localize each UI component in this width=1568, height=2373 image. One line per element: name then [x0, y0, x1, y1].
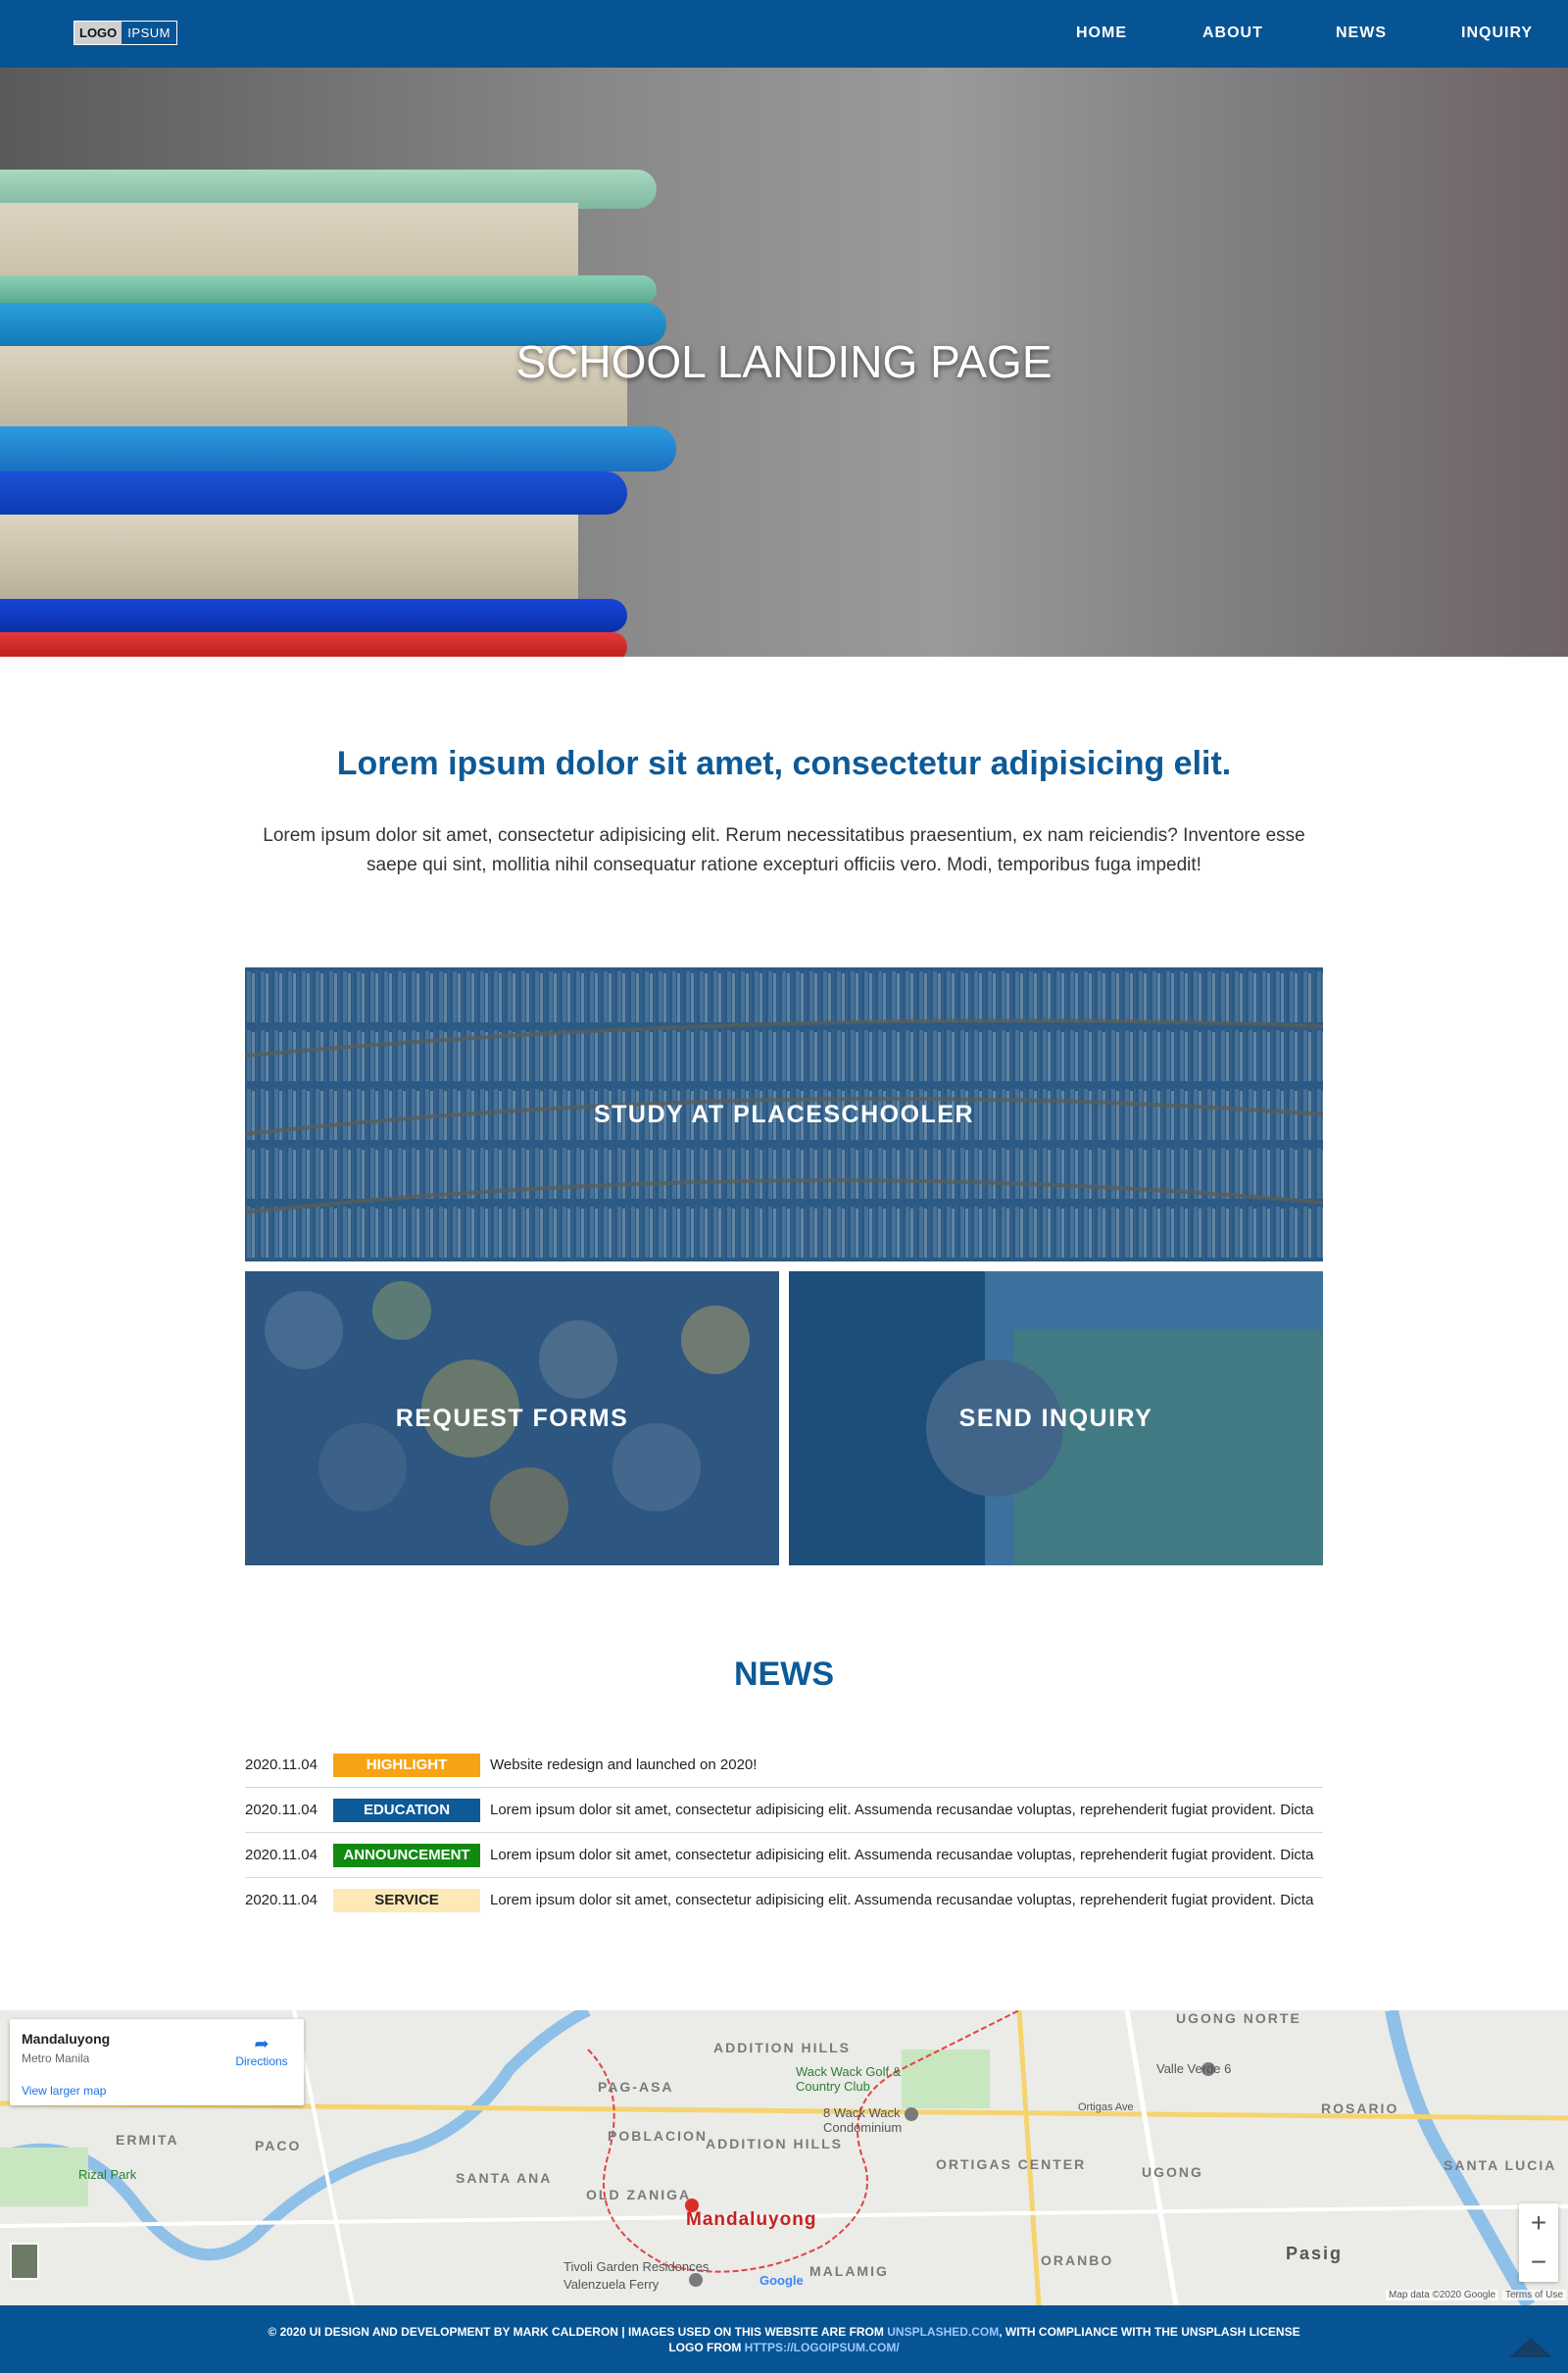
map-info-card: Mandaluyong Metro Manila View larger map… — [10, 2019, 304, 2105]
site-footer: © 2020 UI DESIGN AND DEVELOPMENT BY MARK… — [0, 2305, 1568, 2373]
zoom-out-icon[interactable]: − — [1519, 2243, 1558, 2282]
footer-logo-credit-line: LOGO FROM HTTPS://LOGOIPSUM.COM/ — [0, 2340, 1568, 2355]
nav-news-link[interactable]: NEWS — [1336, 24, 1387, 43]
footer-logo-text: LOGO FROM — [668, 2341, 745, 2354]
map-area-label: OLD ZANIGA — [586, 2187, 692, 2202]
map-area-label: ADDITION HILLS — [706, 2136, 843, 2151]
news-item[interactable]: 2020.11.04 ANNOUNCEMENT Lorem ipsum dolo… — [245, 1833, 1323, 1878]
hero-title: SCHOOL LANDING PAGE — [515, 336, 1053, 387]
nav-inquiry-link[interactable]: INQUIRY — [1461, 24, 1533, 43]
site-logo[interactable]: LOGO IPSUM — [74, 21, 177, 45]
map-area-label: ORTIGAS CENTER — [936, 2156, 1087, 2172]
map-place-region: Metro Manila — [22, 2052, 90, 2065]
map-poi-label: Wack Wack Golf & Country Club — [796, 2064, 902, 2094]
embedded-map[interactable]: Mandaluyong Metro Manila View larger map… — [0, 2010, 1568, 2305]
news-text: Lorem ipsum dolor sit amet, consectetur … — [490, 1802, 1314, 1818]
study-card[interactable]: STUDY AT PLACESCHOOLER — [245, 967, 1323, 1261]
map-area-label: ADDITION HILLS — [713, 2040, 851, 2055]
map-city-label: Mandaluyong — [686, 2209, 817, 2230]
footer-license-text: , WITH COMPLIANCE WITH THE UNSPLASH LICE… — [999, 2325, 1300, 2339]
news-tag-announcement: ANNOUNCEMENT — [333, 1844, 480, 1867]
map-place-name: Mandaluyong — [22, 2031, 111, 2047]
logo-text-part2: IPSUM — [127, 25, 171, 40]
send-inquiry-card-label: SEND INQUIRY — [958, 1405, 1153, 1432]
news-date: 2020.11.04 — [245, 1892, 318, 1908]
directions-label: Directions — [235, 2054, 288, 2068]
logo-text-part1: LOGO — [74, 22, 122, 44]
map-area-label: UGONG — [1142, 2164, 1203, 2180]
news-text: Website redesign and launched on 2020! — [490, 1756, 758, 1773]
map-area-label: PACO — [255, 2138, 302, 2153]
news-item[interactable]: 2020.11.04 SERVICE Lorem ipsum dolor sit… — [245, 1878, 1323, 1923]
map-terms-link[interactable]: Terms of Use — [1502, 2290, 1566, 2300]
top-navbar: LOGO IPSUM HOME ABOUT NEWS INQUIRY — [0, 0, 1568, 68]
map-area-label: SANTA LUCIA — [1444, 2157, 1557, 2173]
map-poi-label: Rizal Park — [78, 2167, 137, 2182]
map-poi-label: Tivoli Garden Residences — [564, 2259, 710, 2274]
news-date: 2020.11.04 — [245, 1756, 318, 1773]
nav-home-link[interactable]: HOME — [1076, 24, 1127, 43]
map-area-label: ORANBO — [1041, 2252, 1114, 2268]
map-poi-label: 8 Wack Wack Condominium — [823, 2105, 903, 2135]
map-area-label: PAG-ASA — [598, 2079, 674, 2095]
news-date: 2020.11.04 — [245, 1847, 318, 1863]
map-poi-label: Valenzuela Ferry — [564, 2277, 660, 2292]
news-text: Lorem ipsum dolor sit amet, consectetur … — [490, 1847, 1314, 1863]
map-attribution: Map data ©2020 Google — [1386, 2290, 1499, 2300]
zoom-in-icon[interactable]: + — [1519, 2203, 1558, 2243]
map-road-label: Ortigas Ave — [1078, 2101, 1134, 2113]
hero-banner: SCHOOL LANDING PAGE — [0, 68, 1568, 657]
nav-about-link[interactable]: ABOUT — [1202, 24, 1263, 43]
google-logo: Google — [760, 2273, 804, 2288]
news-tag-education: EDUCATION — [333, 1799, 480, 1822]
directions-button[interactable]: ➦ Directions — [227, 2033, 296, 2068]
request-forms-card[interactable]: REQUEST FORMS — [245, 1271, 779, 1565]
map-zoom-control: + − — [1519, 2203, 1558, 2282]
send-inquiry-card[interactable]: SEND INQUIRY — [789, 1271, 1323, 1565]
map-area-label: POBLACION — [608, 2128, 708, 2144]
intro-paragraph: Lorem ipsum dolor sit amet, consectetur … — [263, 825, 1305, 875]
news-item[interactable]: 2020.11.04 EDUCATION Lorem ipsum dolor s… — [245, 1788, 1323, 1833]
news-item[interactable]: 2020.11.04 HIGHLIGHT Website redesign an… — [245, 1743, 1323, 1788]
footer-credit-text: © 2020 UI DESIGN AND DEVELOPMENT BY MARK… — [268, 2325, 888, 2339]
directions-icon: ➦ — [254, 2034, 270, 2053]
map-area-label: UGONG NORTE — [1176, 2010, 1301, 2026]
scroll-to-top-icon[interactable] — [1509, 2338, 1552, 2357]
map-poi-label: Valle Verde 6 — [1156, 2061, 1232, 2076]
logoipsum-link[interactable]: HTTPS://LOGOIPSUM.COM/ — [745, 2341, 900, 2354]
map-area-label: ROSARIO — [1321, 2101, 1399, 2116]
footer-credits-line: © 2020 UI DESIGN AND DEVELOPMENT BY MARK… — [0, 2324, 1568, 2340]
study-card-label: STUDY AT PLACESCHOOLER — [593, 1101, 975, 1128]
news-tag-service: SERVICE — [333, 1889, 480, 1912]
news-date: 2020.11.04 — [245, 1802, 318, 1818]
map-area-label: MALAMIG — [809, 2263, 889, 2279]
intro-heading: Lorem ipsum dolor sit amet, consectetur … — [336, 745, 1232, 782]
news-heading: NEWS — [734, 1656, 834, 1693]
map-area-label: Pasig — [1286, 2244, 1344, 2263]
news-text: Lorem ipsum dolor sit amet, consectetur … — [490, 1892, 1314, 1908]
request-forms-card-label: REQUEST FORMS — [395, 1405, 629, 1432]
view-larger-map-link[interactable]: View larger map — [22, 2084, 106, 2098]
news-tag-highlight: HIGHLIGHT — [333, 1754, 480, 1777]
map-area-label: SANTA ANA — [456, 2170, 553, 2186]
unsplash-link[interactable]: UNSPLASHED.COM — [887, 2325, 999, 2339]
satellite-toggle-button[interactable] — [10, 2243, 39, 2280]
map-area-label: ERMITA — [116, 2132, 179, 2148]
